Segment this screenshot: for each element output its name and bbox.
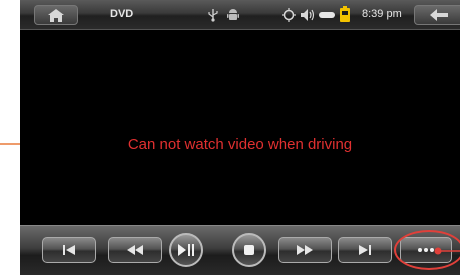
usb-icon xyxy=(208,9,218,22)
previous-button[interactable] xyxy=(42,237,96,263)
fast-forward-button[interactable] xyxy=(278,237,332,263)
battery-icon xyxy=(340,6,350,22)
stop-button[interactable] xyxy=(232,233,266,267)
next-button[interactable] xyxy=(338,237,392,263)
home-button[interactable] xyxy=(34,5,78,25)
video-area[interactable]: Can not watch video when driving xyxy=(20,31,460,225)
fast-forward-icon xyxy=(297,245,313,255)
playback-control-bar xyxy=(20,225,460,275)
brightness-icon xyxy=(282,8,296,22)
rewind-icon xyxy=(127,245,143,255)
skip-next-icon xyxy=(359,245,371,255)
volume-level-bar xyxy=(319,12,335,18)
home-icon xyxy=(48,8,64,22)
annotation-pointer-icon xyxy=(434,247,460,255)
play-pause-icon xyxy=(178,244,194,256)
android-icon xyxy=(227,9,239,20)
volume-icon xyxy=(301,9,315,21)
skip-previous-icon xyxy=(63,245,75,255)
device-screen: DVD 8:39 pm Can not watch video when dri… xyxy=(20,0,460,275)
rewind-button[interactable] xyxy=(108,237,162,263)
back-arrow-icon xyxy=(430,9,448,21)
back-button[interactable] xyxy=(414,5,460,25)
status-bar: DVD 8:39 pm xyxy=(20,0,460,30)
status-title: DVD xyxy=(110,8,134,20)
play-pause-button[interactable] xyxy=(169,233,203,267)
status-clock: 8:39 pm xyxy=(362,8,402,20)
driving-warning-text: Can not watch video when driving xyxy=(127,136,353,153)
stop-icon xyxy=(244,245,254,255)
